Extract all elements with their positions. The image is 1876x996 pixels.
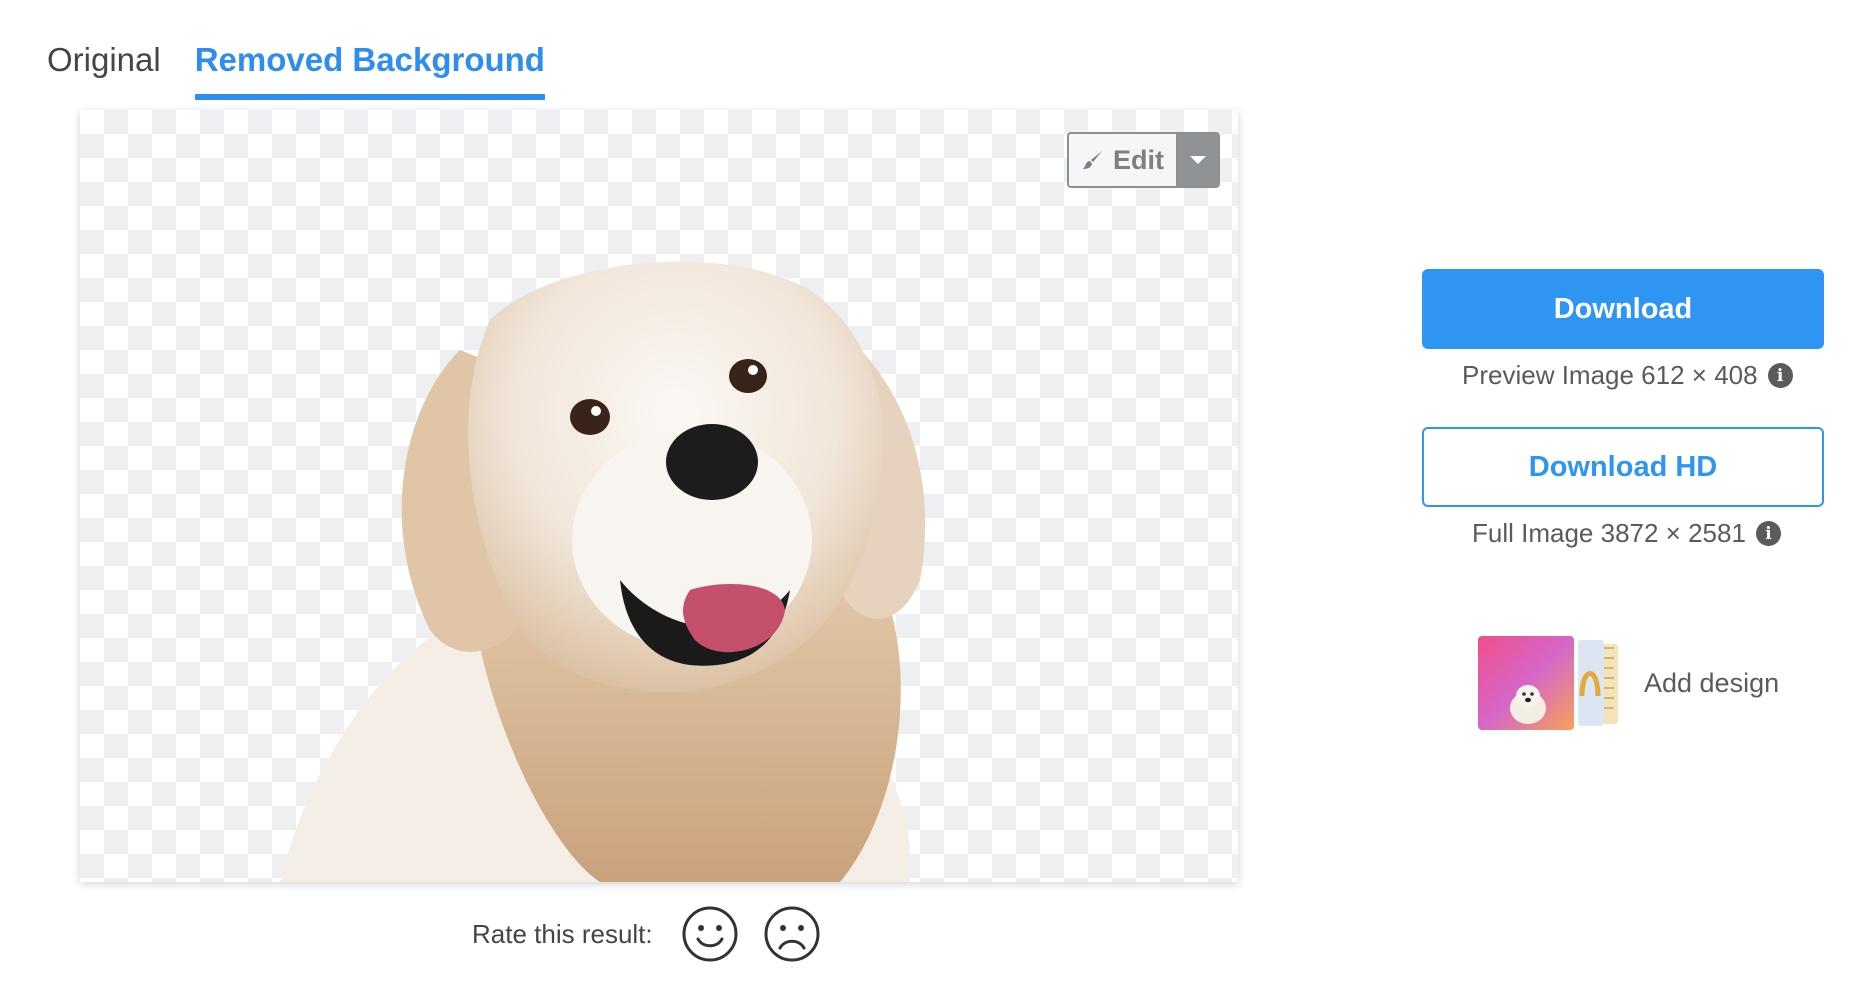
edit-label: Edit [1113, 144, 1164, 175]
result-preview: Edit [80, 110, 1238, 882]
smile-icon[interactable] [681, 905, 739, 963]
preview-image-size: Preview Image 612 × 408 [1462, 360, 1758, 390]
full-image-size: Full Image 3872 × 2581 [1472, 518, 1746, 548]
tab-original[interactable]: Original [47, 34, 161, 94]
view-tabs: Original Removed Background [47, 34, 546, 100]
full-image-info: Full Image 3872 × 2581 i [1472, 518, 1781, 549]
rating-bar: Rate this result: [472, 905, 821, 963]
brush-icon [1083, 151, 1102, 169]
dog-cutout-image [280, 261, 926, 882]
tab-removed-background[interactable]: Removed Background [194, 34, 546, 100]
info-icon[interactable]: i [1755, 521, 1781, 546]
edit-options-dropdown[interactable] [1178, 134, 1218, 186]
add-design-label: Add design [1644, 667, 1780, 698]
info-icon[interactable]: i [1767, 363, 1793, 388]
rating-label: Rate this result: [472, 918, 653, 949]
design-thumbnails [1478, 636, 1618, 730]
download-hd-button[interactable]: Download HD [1422, 427, 1824, 507]
preview-image-info: Preview Image 612 × 408 i [1462, 360, 1793, 391]
edit-button-group: Edit [1067, 132, 1220, 188]
edit-button[interactable]: Edit [1069, 134, 1178, 186]
add-design-button[interactable]: Add design [1478, 636, 1779, 730]
download-button[interactable]: Download [1422, 269, 1824, 349]
caret-down-icon [1190, 156, 1206, 164]
frown-icon[interactable] [763, 905, 821, 963]
